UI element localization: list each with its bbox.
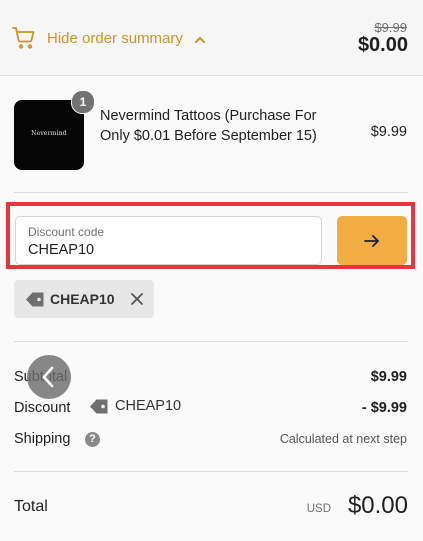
discount-label: Discount — [14, 400, 71, 416]
currency-code: USD — [306, 503, 331, 515]
product-logo: Nevermind — [31, 130, 67, 137]
cart-icon — [12, 26, 36, 55]
applied-discount-tag: CHEAP10 — [14, 280, 154, 318]
discount-code-field[interactable]: Discount code CHEAP10 — [15, 216, 322, 265]
chevron-left-icon — [42, 366, 54, 388]
divider — [14, 341, 408, 342]
help-icon[interactable]: ? — [85, 432, 100, 447]
tag-icon — [25, 291, 45, 313]
arrow-right-icon — [364, 235, 379, 247]
applied-code-label: CHEAP10 — [50, 291, 115, 307]
discount-field-label: Discount code — [28, 225, 105, 239]
order-summary-header[interactable]: Hide order summary $9.99 $0.00 — [0, 0, 423, 76]
subtotal-value: $9.99 — [370, 369, 407, 385]
grand-total: $0.00 — [347, 492, 408, 519]
apply-discount-button[interactable] — [337, 216, 407, 265]
divider — [14, 192, 408, 193]
total-label: Total — [14, 498, 48, 515]
back-button[interactable] — [27, 355, 71, 399]
divider — [14, 471, 408, 472]
close-icon[interactable] — [130, 292, 144, 311]
product-name: Nevermind Tattoos (Purchase For Only $0.… — [100, 108, 317, 144]
header-total: $0.00 — [357, 34, 408, 56]
hide-order-summary-link[interactable]: Hide order summary — [47, 30, 183, 47]
quantity-badge: 1 — [71, 90, 95, 114]
discount-code-text: CHEAP10 — [115, 398, 182, 414]
discount-applied-code: CHEAP10 — [89, 398, 181, 420]
tag-icon — [90, 399, 108, 414]
shipping-value: Calculated at next step — [279, 432, 407, 446]
shipping-label: Shipping — [14, 431, 71, 447]
product-price: $9.99 — [370, 124, 407, 140]
discount-value: - $9.99 — [361, 400, 407, 416]
discount-field-value[interactable]: CHEAP10 — [28, 242, 94, 258]
original-price: $9.99 — [374, 20, 407, 35]
chevron-up-icon[interactable] — [194, 32, 206, 50]
